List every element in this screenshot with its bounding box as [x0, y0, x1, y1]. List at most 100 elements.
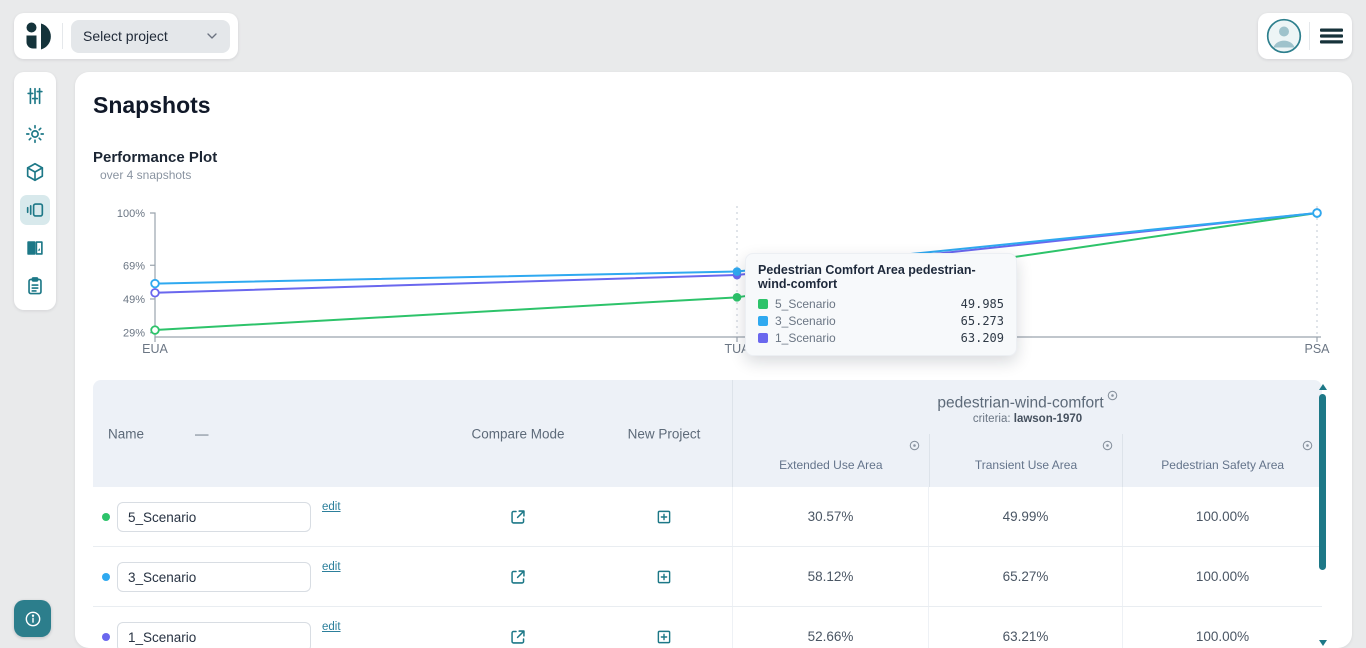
- value-pedestrian-safety-area: 100.00%: [1122, 487, 1322, 546]
- snapshots-icon: [26, 203, 44, 217]
- compare-mode-button[interactable]: [509, 567, 528, 586]
- performance-plot[interactable]: 100%69%49%29%EUA TUA PSA: [95, 200, 1345, 358]
- data-point[interactable]: [732, 293, 742, 302]
- legend-swatch: [758, 333, 768, 343]
- chevron-down-icon: [207, 33, 217, 39]
- external-link-icon: [511, 629, 525, 644]
- avatar-button[interactable]: [1266, 18, 1302, 54]
- data-point[interactable]: [1312, 208, 1322, 218]
- project-select[interactable]: Select project: [71, 19, 230, 53]
- subcolumn-header: Extended Use Area: [733, 434, 929, 487]
- value-extended-use-area: 52.66%: [732, 607, 928, 648]
- table-row: edit 58.12% 65.27% 100.00%: [93, 547, 1322, 607]
- legend-swatch: [758, 316, 768, 326]
- sidebar-item-snapshots[interactable]: [20, 195, 50, 225]
- tooltip-row: 1_Scenario 63.209: [758, 331, 1004, 345]
- y-tick-label: 49%: [123, 294, 145, 306]
- page-title: Snapshots: [93, 92, 211, 118]
- scenario-name-input[interactable]: [117, 562, 311, 592]
- data-point[interactable]: [150, 288, 160, 298]
- name-column-header: Name: [108, 426, 145, 441]
- hamburger-menu-icon: [1319, 28, 1343, 44]
- new-project-button[interactable]: [655, 568, 673, 586]
- new-project-button[interactable]: [655, 628, 673, 646]
- legend-swatch: [758, 299, 768, 309]
- value-extended-use-area: 58.12%: [732, 547, 928, 606]
- topbar-project-card: Select project: [14, 13, 238, 59]
- chart-title: Performance Plot: [93, 149, 218, 166]
- sidebar-item-sun[interactable]: [20, 119, 50, 149]
- compare-pages-icon: [27, 241, 43, 255]
- table-scrollbar[interactable]: [1318, 384, 1327, 646]
- visibility-toggle[interactable]: [1107, 390, 1118, 401]
- scenario-color-dot: [102, 633, 110, 641]
- plus-square-icon: [657, 510, 671, 523]
- hamburger-menu-button[interactable]: [1318, 24, 1345, 48]
- table-row: edit 52.66% 63.21% 100.00%: [93, 607, 1322, 648]
- chart-tooltip: Pedestrian Comfort Area pedestrian-wind-…: [745, 253, 1017, 356]
- tooltip-row: 3_Scenario 65.273: [758, 314, 1004, 328]
- criteria-value: lawson-1970: [1013, 413, 1083, 426]
- compare-mode-button[interactable]: [509, 507, 528, 526]
- compare-mode-button[interactable]: [509, 627, 528, 646]
- value-transient-use-area: 49.99%: [928, 487, 1122, 546]
- scenario-color-dot: [102, 513, 110, 521]
- scenario-name-input[interactable]: [117, 622, 311, 648]
- new-project-column-header: New Project: [627, 426, 701, 441]
- sidebar: [14, 72, 56, 310]
- scenario-name-input[interactable]: [117, 502, 311, 532]
- scroll-up-arrow-icon[interactable]: [1319, 384, 1327, 390]
- compare-mode-column-header: Compare Mode: [471, 426, 565, 441]
- data-point[interactable]: [150, 325, 160, 335]
- y-tick-label: 29%: [123, 328, 145, 340]
- new-project-button[interactable]: [655, 508, 673, 526]
- value-pedestrian-safety-area: 100.00%: [1122, 607, 1322, 648]
- info-button[interactable]: [14, 600, 51, 637]
- chart-subtitle: over 4 snapshots: [100, 168, 192, 182]
- value-transient-use-area: 65.27%: [928, 547, 1122, 606]
- plus-square-icon: [657, 570, 671, 583]
- y-tick-label: 69%: [123, 260, 145, 272]
- subcolumn-label: Transient Use Area: [974, 457, 1078, 472]
- topbar-user-card: [1258, 13, 1352, 59]
- tooltip-series-value: 49.985: [960, 297, 1004, 311]
- subcolumn-label: Extended Use Area: [779, 457, 883, 472]
- subcolumn-label: Pedestrian Safety Area: [1161, 457, 1285, 472]
- scrollbar-thumb[interactable]: [1319, 394, 1326, 570]
- edit-link[interactable]: edit: [322, 501, 341, 513]
- visibility-toggle[interactable]: [909, 440, 920, 451]
- main-panel: Snapshots Performance Plot over 4 snapsh…: [75, 72, 1352, 648]
- external-link-icon: [511, 569, 525, 584]
- visibility-toggle[interactable]: [1102, 440, 1113, 451]
- sidebar-item-cube[interactable]: [20, 157, 50, 187]
- data-point[interactable]: [150, 278, 160, 289]
- tooltip-row: 5_Scenario 49.985: [758, 297, 1004, 311]
- name-sort-dash[interactable]: —: [195, 426, 209, 441]
- sidebar-item-sliders[interactable]: [20, 81, 50, 111]
- edit-link[interactable]: edit: [322, 561, 341, 573]
- visibility-toggle[interactable]: [1302, 440, 1313, 451]
- wind-comfort-group-header: pedestrian-wind-comfort criteria: lawson…: [732, 380, 1322, 487]
- cube-icon: [26, 162, 44, 182]
- scenario-color-dot: [102, 573, 110, 581]
- sliders-icon: [27, 87, 43, 105]
- avatar-icon: [1266, 18, 1301, 54]
- tooltip-series-value: 65.273: [960, 314, 1004, 328]
- scroll-down-arrow-icon[interactable]: [1319, 640, 1327, 646]
- y-tick-label: 100%: [117, 208, 145, 220]
- app-logo-icon: [26, 22, 51, 50]
- sidebar-item-clipboard[interactable]: [20, 271, 50, 301]
- sidebar-item-compare-pages[interactable]: [20, 233, 50, 263]
- data-point[interactable]: [732, 267, 742, 276]
- snapshots-table: Name — Compare Mode New Project pedestri…: [93, 380, 1327, 648]
- group-head: pedestrian-wind-comfort criteria: lawson…: [733, 380, 1322, 434]
- tooltip-title: Pedestrian Comfort Area pedestrian-wind-…: [758, 263, 976, 291]
- tooltip-series-name: 3_Scenario: [775, 314, 836, 328]
- table-header: Name — Compare Mode New Project pedestri…: [93, 380, 1322, 487]
- divider: [1309, 22, 1310, 50]
- subcolumn-header: Transient Use Area: [928, 434, 1123, 487]
- sun-icon: [25, 124, 45, 144]
- edit-link[interactable]: edit: [322, 621, 341, 633]
- clipboard-icon: [28, 277, 42, 295]
- plus-square-icon: [657, 630, 671, 643]
